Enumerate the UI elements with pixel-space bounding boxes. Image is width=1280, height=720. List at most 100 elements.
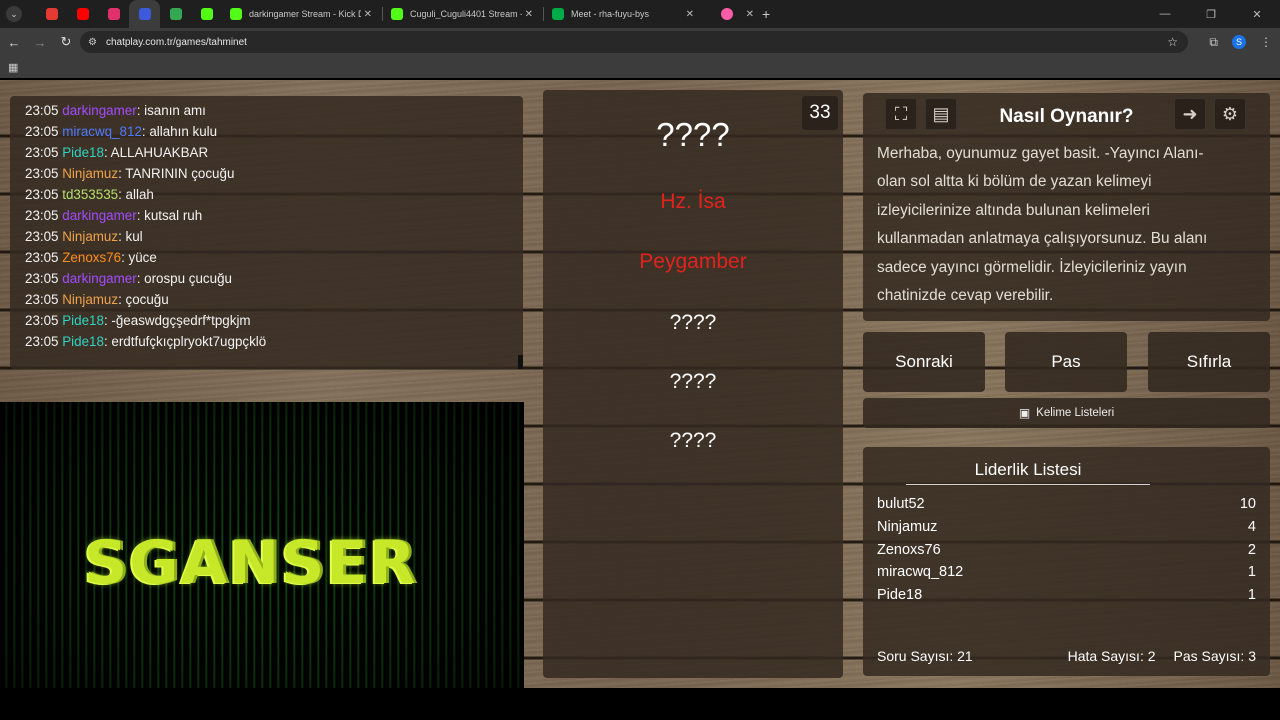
hidden-word: ???? [669, 370, 717, 393]
browser-tab-active[interactable] [129, 0, 160, 28]
leaderboard-list: bulut52 10 Ninjamuz 4 Zenoxs76 2 miracwq_812 1 P… [877, 493, 1256, 607]
how-to-play-line: sadece yayıncı görmelidir. İzleyicilerin… [877, 258, 1187, 276]
chat-username[interactable]: Pide18 [62, 313, 104, 328]
leaderboard-panel: Liderlik Listesi bulut52 10 Ninjamuz 4 Zenox… [863, 447, 1270, 676]
chat-message: 23:05 Ninjamuz: TANRININ çocuğu [25, 163, 523, 184]
leaderboard-name: Zenoxs76 [877, 541, 941, 558]
chat-message: 23:05 darkingamer: isanın amı [25, 100, 523, 121]
browser-tab[interactable] [98, 0, 129, 28]
instagram-favicon-icon [107, 8, 120, 20]
chat-username[interactable]: darkingamer [62, 271, 136, 286]
tab-close-icon[interactable]: ✕ [746, 9, 754, 20]
chat-username[interactable]: Ninjamuz [62, 292, 118, 307]
browser-tab[interactable]: Cuguli_Cuguli4401 Stream - Wa ✕ [383, 0, 543, 28]
settings-gear-icon[interactable]: ⚙ [1214, 98, 1246, 130]
chat-panel: 23:05 darkingamer: isanın amı 23:05 mirac… [10, 96, 523, 369]
meet-favicon-icon [552, 8, 564, 20]
word-lists-button[interactable]: ▣ Kelime Listeleri [863, 398, 1270, 428]
chat-time: 23:05 [25, 271, 59, 286]
pass-button[interactable]: Pas [1005, 332, 1127, 392]
how-to-play-line: Merhaba, oyunumuz gayet basit. -Yayıncı … [877, 145, 1204, 162]
chat-username[interactable]: darkingamer [62, 208, 136, 223]
tab-search-icon[interactable]: ⌄ [6, 6, 22, 22]
chat-scrollbar[interactable] [518, 355, 523, 369]
chat-username[interactable]: Pide18 [62, 334, 104, 349]
chat-time: 23:05 [25, 166, 59, 181]
chat-username[interactable]: Zenoxs76 [62, 250, 121, 265]
bookmark-star-icon[interactable]: ☆ [1167, 35, 1178, 49]
chat-message: 23:05 Pide18: -ğeaswdgçşedrf*tpgkjm [25, 310, 523, 331]
chat-message: 23:05 td353535: allah [25, 184, 523, 205]
how-to-play-panel: ⛶ ▤ Nasıl Oynanır? ➜ ⚙ Merhaba, oyunumuz… [863, 93, 1270, 321]
leaderboard-score: 4 [1247, 518, 1256, 535]
chat-username[interactable]: Ninjamuz [62, 229, 118, 244]
chat-time: 23:05 [25, 103, 59, 118]
chat-message: 23:05 Ninjamuz: çocuğu [25, 289, 523, 310]
browser-tab[interactable]: Meet - rha-fuyu-bys ✕ [544, 0, 704, 28]
browser-tab[interactable] [191, 0, 222, 28]
window-controls: — ❐ ✕ [1142, 0, 1280, 28]
logout-icon[interactable]: ➜ [1174, 98, 1206, 130]
reset-button[interactable]: Sıfırla [1148, 332, 1270, 392]
leaderboard-name: miracwq_812 [877, 564, 964, 581]
leaderboard-score: 2 [1247, 541, 1256, 558]
chat-message: 23:05 darkingamer: kutsal ruh [25, 205, 523, 226]
how-to-play-line: chatinizde cevap verebilir. [877, 287, 1054, 305]
next-button[interactable]: Sonraki [863, 332, 985, 392]
error-count: Hata Sayısı: 2 [1067, 648, 1156, 664]
how-to-play-line: izleyicilerinize altında bulunan kelimel… [877, 201, 1150, 219]
browser-tab[interactable] [36, 0, 67, 28]
leaderboard-name: Pide18 [877, 587, 923, 604]
back-icon[interactable]: ← [2, 35, 26, 50]
hidden-word: ???? [669, 429, 717, 452]
close-window-icon[interactable]: ✕ [1234, 8, 1280, 21]
chat-time: 23:05 [25, 229, 59, 244]
profile-avatar[interactable]: S [1232, 35, 1246, 49]
tab-close-icon[interactable]: ✕ [364, 9, 372, 20]
chat-time: 23:05 [25, 145, 59, 160]
pass-count: Pas Sayısı: 3 [1173, 648, 1256, 664]
game-stats: Soru Sayısı: 21 Hata Sayısı: 2 Pas Sayıs… [877, 648, 1256, 664]
extensions-icon[interactable]: ⧉ [1209, 35, 1218, 50]
word-lists-label: Kelime Listeleri [1036, 407, 1115, 419]
streamer-video: SGANSER [0, 402, 524, 688]
chat-text: : orospu çucuğu [136, 271, 232, 286]
kick-favicon-icon [391, 8, 403, 20]
bookmarks-bar: ▦ [0, 56, 1280, 78]
chat-messages: 23:05 darkingamer: isanın amı 23:05 mirac… [25, 100, 523, 352]
leaderboard-score: 1 [1247, 587, 1256, 604]
tab-favicon-icon [169, 8, 182, 20]
chat-username[interactable]: darkingamer [62, 103, 136, 118]
chat-text: : ALLAHUAKBAR [103, 145, 209, 160]
address-bar[interactable]: ⚙ chatplay.com.tr/games/tahminet ☆ [80, 31, 1188, 53]
browser-tab[interactable] [160, 0, 191, 28]
how-to-play-text: Merhaba, oyunumuz gayet basit. -Yayıncı … [877, 140, 1256, 310]
chat-username[interactable]: Ninjamuz [62, 166, 118, 181]
chat-username[interactable]: miracwq_812 [62, 124, 142, 139]
chat-username[interactable]: td353535 [62, 187, 118, 202]
reload-icon[interactable]: ↻ [54, 34, 78, 50]
browser-tab[interactable] [67, 0, 98, 28]
leaderboard-row: Pide18 1 [877, 584, 1256, 607]
game-page: 23:05 darkingamer: isanın amı 23:05 mirac… [0, 80, 1280, 688]
leaderboard-name: bulut52 [877, 496, 925, 512]
menu-icon[interactable]: ⋮ [1260, 35, 1272, 49]
leaderboard-row: bulut52 10 [877, 493, 1256, 516]
restore-icon[interactable]: ❐ [1188, 8, 1234, 21]
minimize-icon[interactable]: — [1142, 8, 1188, 20]
tab-close-icon[interactable]: ✕ [686, 9, 694, 20]
tab-favicon-icon [721, 8, 733, 20]
browser-tab[interactable]: darkingamer Stream - Kick Dash ✕ [222, 0, 382, 28]
chat-time: 23:05 [25, 313, 59, 328]
new-tab-button[interactable]: + [762, 6, 770, 22]
url-text: chatplay.com.tr/games/tahminet [105, 36, 247, 48]
how-to-play-line: kullanmadan anlatmaya çalışıyorsunuz. Bu… [877, 230, 1208, 248]
chat-time: 23:05 [25, 334, 59, 349]
forward-icon[interactable]: → [28, 35, 52, 50]
tab-close-icon[interactable]: ✕ [525, 9, 533, 20]
apps-grid-icon[interactable]: ▦ [8, 61, 18, 74]
notebook-icon: ▣ [1018, 406, 1031, 420]
browser-tab[interactable]: ✕ [704, 0, 754, 28]
chat-username[interactable]: Pide18 [62, 145, 104, 160]
site-info-icon[interactable]: ⚙ [88, 37, 97, 48]
